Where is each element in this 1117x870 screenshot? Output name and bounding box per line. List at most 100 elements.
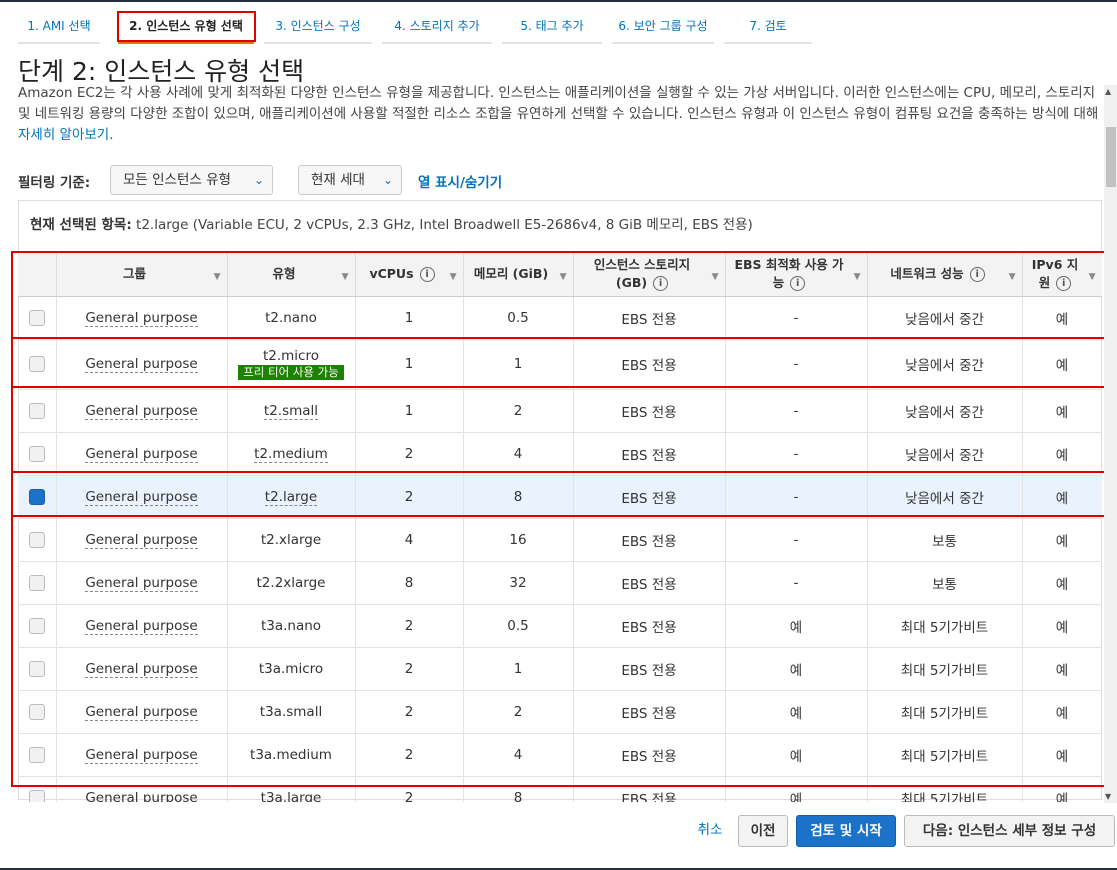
table-row[interactable]: General purpose t2.small 1 2 EBS 전용 - 낮음… xyxy=(18,389,1102,433)
table-row-selected[interactable]: General purpose t2.large 2 8 EBS 전용 - 낮음… xyxy=(18,475,1102,519)
group-cell: General purpose xyxy=(56,432,228,476)
header-vcpus-label: vCPUs xyxy=(369,266,414,282)
info-icon[interactable]: i xyxy=(653,276,669,292)
vcpus-cell: 4 xyxy=(355,518,464,562)
info-icon[interactable]: i xyxy=(1056,276,1072,292)
table-row[interactable]: General purpose t3a.small 2 2 EBS 전용 예 최… xyxy=(18,690,1102,734)
tab-configure-instance[interactable]: 3. 인스턴스 구성 xyxy=(264,12,372,44)
row-select-cell xyxy=(18,733,57,777)
header-ipv6-line2: 원 xyxy=(1038,275,1051,291)
tab-security-group[interactable]: 6. 보안 그룹 구성 xyxy=(612,12,714,44)
ebs-cell: 예 xyxy=(725,776,868,802)
row-checkbox[interactable] xyxy=(28,445,45,462)
current-selection-value: t2.large (Variable ECU, 2 vCPUs, 2.3 GHz… xyxy=(136,217,753,233)
table-row[interactable]: General purpose t3a.nano 2 0.5 EBS 전용 예 … xyxy=(18,604,1102,648)
group-link[interactable]: General purpose xyxy=(85,445,198,463)
header-group[interactable]: 그룹 ▼ xyxy=(56,253,228,297)
header-type[interactable]: 유형 ▼ xyxy=(227,253,356,297)
filter-label: 필터링 기준: xyxy=(18,175,91,191)
ebs-cell: 예 xyxy=(725,647,868,691)
row-checkbox[interactable] xyxy=(28,789,45,802)
row-checkbox[interactable] xyxy=(28,356,45,372)
group-link[interactable]: General purpose xyxy=(85,746,198,764)
next-configure-details-button[interactable]: 다음: 인스턴스 세부 정보 구성 xyxy=(904,815,1115,847)
current-selection-label: 현재 선택된 항목: xyxy=(30,217,132,233)
previous-button[interactable]: 이전 xyxy=(738,815,788,847)
table-row[interactable]: General purpose t2.nano 1 0.5 EBS 전용 - 낮… xyxy=(18,296,1102,340)
group-link[interactable]: General purpose xyxy=(85,488,198,506)
vcpus-cell: 2 xyxy=(355,604,464,648)
group-cell: General purpose xyxy=(56,561,228,605)
instance-type-filter-select[interactable]: 모든 인스턴스 유형 ⌄ xyxy=(110,165,273,195)
header-ebs-line2: 능 xyxy=(772,275,785,291)
table-row[interactable]: General purpose t3a.large 2 8 EBS 전용 예 최… xyxy=(18,776,1102,802)
group-link[interactable]: General purpose xyxy=(85,617,198,635)
row-checkbox[interactable] xyxy=(28,309,45,326)
info-icon[interactable]: i xyxy=(419,267,435,283)
table-row[interactable]: General purpose t3a.micro 2 1 EBS 전용 예 최… xyxy=(18,647,1102,691)
generation-filter-select[interactable]: 현재 세대 ⌄ xyxy=(298,165,402,195)
table-row[interactable]: General purpose t2.micro 프리 티어 사용 가능 1 1 … xyxy=(18,339,1102,390)
ebs-cell: - xyxy=(725,296,868,340)
table-row[interactable]: General purpose t2.medium 2 4 EBS 전용 - 낮… xyxy=(18,432,1102,476)
row-checkbox[interactable] xyxy=(28,746,45,763)
toggle-columns-link[interactable]: 열 표시/숨기기 xyxy=(418,171,502,191)
scroll-down-icon[interactable]: ▼ xyxy=(1105,792,1111,801)
ipv6-cell: 예 xyxy=(1022,561,1102,605)
review-and-launch-button[interactable]: 검토 및 시작 xyxy=(796,815,896,847)
ipv6-cell: 예 xyxy=(1022,776,1102,802)
group-link[interactable]: General purpose xyxy=(85,309,198,327)
generation-filter-value: 현재 세대 xyxy=(311,172,365,188)
row-checkbox[interactable] xyxy=(28,531,45,548)
table-row[interactable]: General purpose t3a.medium 2 4 EBS 전용 예 … xyxy=(18,733,1102,777)
scrollbar-thumb[interactable] xyxy=(1106,127,1116,187)
group-link[interactable]: General purpose xyxy=(85,574,198,592)
info-icon[interactable]: i xyxy=(969,267,985,283)
page-scrollbar[interactable]: ▲ ▼ xyxy=(1104,85,1117,803)
row-checkbox-checked[interactable] xyxy=(28,488,45,505)
tab-instance-type[interactable]: 2. 인스턴스 유형 선택 xyxy=(118,12,254,44)
ipv6-cell: 예 xyxy=(1022,339,1102,390)
tab-review[interactable]: 7. 검토 xyxy=(724,12,812,44)
info-icon[interactable]: i xyxy=(790,276,806,292)
memory-cell: 32 xyxy=(463,561,574,605)
learn-more-link[interactable]: 자세히 알아보기 xyxy=(18,127,109,143)
header-vcpus[interactable]: vCPUs i ▼ xyxy=(355,253,464,297)
scroll-up-icon[interactable]: ▲ xyxy=(1105,87,1111,96)
tab-ami[interactable]: 1. AMI 선택 xyxy=(18,12,100,44)
header-ipv6[interactable]: IPv6 지 원 i ▼ xyxy=(1022,253,1102,297)
group-link[interactable]: General purpose xyxy=(85,660,198,678)
group-link[interactable]: General purpose xyxy=(85,703,198,721)
group-link[interactable]: General purpose xyxy=(85,356,198,373)
header-network[interactable]: 네트워크 성능 i ▼ xyxy=(867,253,1023,297)
row-select-cell xyxy=(18,339,57,390)
header-instance-storage[interactable]: 인스턴스 스토리지 (GB) i ▼ xyxy=(573,253,726,297)
tab-add-storage[interactable]: 4. 스토리지 추가 xyxy=(382,12,492,44)
group-link[interactable]: General purpose xyxy=(85,531,198,549)
row-select-cell xyxy=(18,690,57,734)
row-checkbox[interactable] xyxy=(28,703,45,720)
top-border xyxy=(0,0,1117,2)
sort-icon: ▼ xyxy=(711,272,719,282)
tab-add-tags[interactable]: 5. 태그 추가 xyxy=(502,12,602,44)
header-group-label: 그룹 xyxy=(122,266,146,282)
chevron-down-icon: ⌄ xyxy=(253,173,264,187)
group-cell: General purpose xyxy=(56,776,228,802)
row-checkbox[interactable] xyxy=(28,660,45,677)
row-checkbox[interactable] xyxy=(28,402,45,419)
group-link[interactable]: General purpose xyxy=(85,789,198,802)
row-checkbox[interactable] xyxy=(28,574,45,591)
header-ebs-optimized[interactable]: EBS 최적화 사용 가 능 i ▼ xyxy=(725,253,868,297)
type-cell: t2.medium xyxy=(227,432,356,476)
sort-icon: ▼ xyxy=(559,272,567,282)
table-row[interactable]: General purpose t2.xlarge 4 16 EBS 전용 - … xyxy=(18,518,1102,562)
row-checkbox[interactable] xyxy=(28,617,45,634)
table-header-row: 그룹 ▼ 유형 ▼ vCPUs i ▼ 메모리 (GiB) ▼ 인스턴스 스토리지 (GB)… xyxy=(18,253,1102,297)
header-memory[interactable]: 메모리 (GiB) ▼ xyxy=(463,253,574,297)
cancel-button[interactable]: 취소 xyxy=(690,815,730,847)
type-value: t2.large xyxy=(264,488,318,506)
sort-icon: ▼ xyxy=(213,272,221,282)
table-row[interactable]: General purpose t2.2xlarge 8 32 EBS 전용 -… xyxy=(18,561,1102,605)
group-link[interactable]: General purpose xyxy=(85,402,198,420)
header-type-label: 유형 xyxy=(272,266,296,282)
